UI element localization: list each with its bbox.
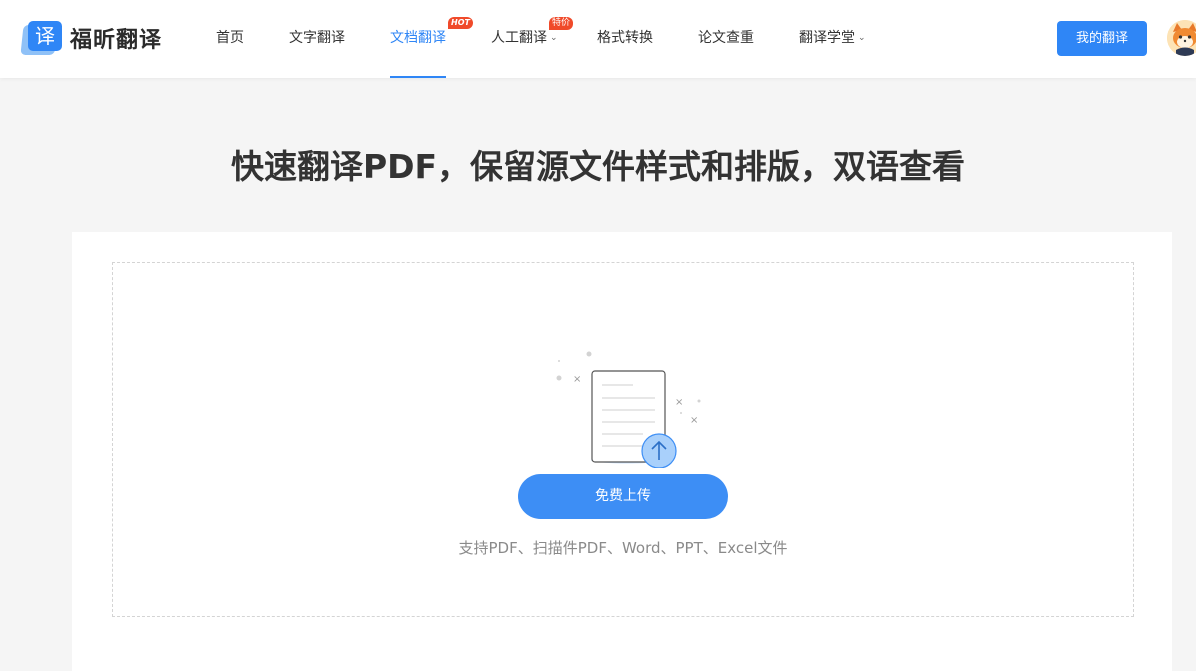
discount-badge: 特价 [549, 17, 574, 30]
nav-plagiarism-check[interactable]: 论文查重 [698, 0, 754, 78]
nav-text-translation-label: 文字翻译 [289, 30, 345, 46]
nav-format-conversion[interactable]: 格式转换 [597, 0, 653, 78]
supported-formats-hint: 支持PDF、扫描件PDF、Word、PPT、Excel文件 [458, 539, 788, 557]
nav-home[interactable]: 首页 [216, 0, 244, 78]
hot-badge: HOT [448, 17, 473, 29]
site-logo[interactable]: 译 福昕翻译 [20, 21, 163, 55]
fox-avatar-icon [1167, 20, 1196, 56]
nav-format-conversion-label: 格式转换 [597, 30, 653, 46]
svg-text:×: × [675, 397, 683, 408]
nav-document-translation-label: 文档翻译 [390, 30, 446, 46]
free-upload-button[interactable]: 免费上传 [518, 474, 728, 519]
nav-text-translation[interactable]: 文字翻译 [289, 0, 345, 78]
my-translations-button[interactable]: 我的翻译 [1057, 21, 1147, 56]
logo-text: 福昕翻译 [70, 28, 163, 53]
nav-translation-academy-label: 翻译学堂 [799, 30, 855, 46]
nav-human-translation[interactable]: 人工翻译 ⌄ 特价 [491, 0, 574, 78]
svg-text:×: × [690, 415, 698, 426]
svg-text:×: × [573, 374, 581, 385]
nav-plagiarism-check-label: 论文查重 [698, 30, 754, 46]
file-dropzone[interactable]: × × × 免费上传 支持PDF、扫描件PDF、Word、PPT、Excel文件 [112, 262, 1134, 617]
chevron-down-icon: ⌄ [858, 33, 866, 43]
chevron-down-icon: ⌄ [550, 33, 558, 43]
nav-document-translation[interactable]: 文档翻译 HOT [390, 0, 473, 78]
upload-card: × × × 免费上传 支持PDF、扫描件PDF、Word、PPT、Excel文件 [72, 232, 1172, 671]
document-upload-icon: × × × [549, 318, 709, 472]
top-navigation-bar: 译 福昕翻译 首页 文字翻译 文档翻译 HOT 人工翻译 ⌄ 特价 格式转换 论文… [0, 0, 1196, 78]
translate-logo-icon: 译 [20, 21, 62, 55]
nav-human-translation-label: 人工翻译 [491, 30, 547, 46]
nav-home-label: 首页 [216, 30, 244, 46]
user-avatar[interactable] [1167, 20, 1196, 56]
nav-translation-academy[interactable]: 翻译学堂 ⌄ [799, 0, 866, 78]
page-headline: 快速翻译PDF，保留源文件样式和排版，双语查看 [230, 147, 966, 186]
